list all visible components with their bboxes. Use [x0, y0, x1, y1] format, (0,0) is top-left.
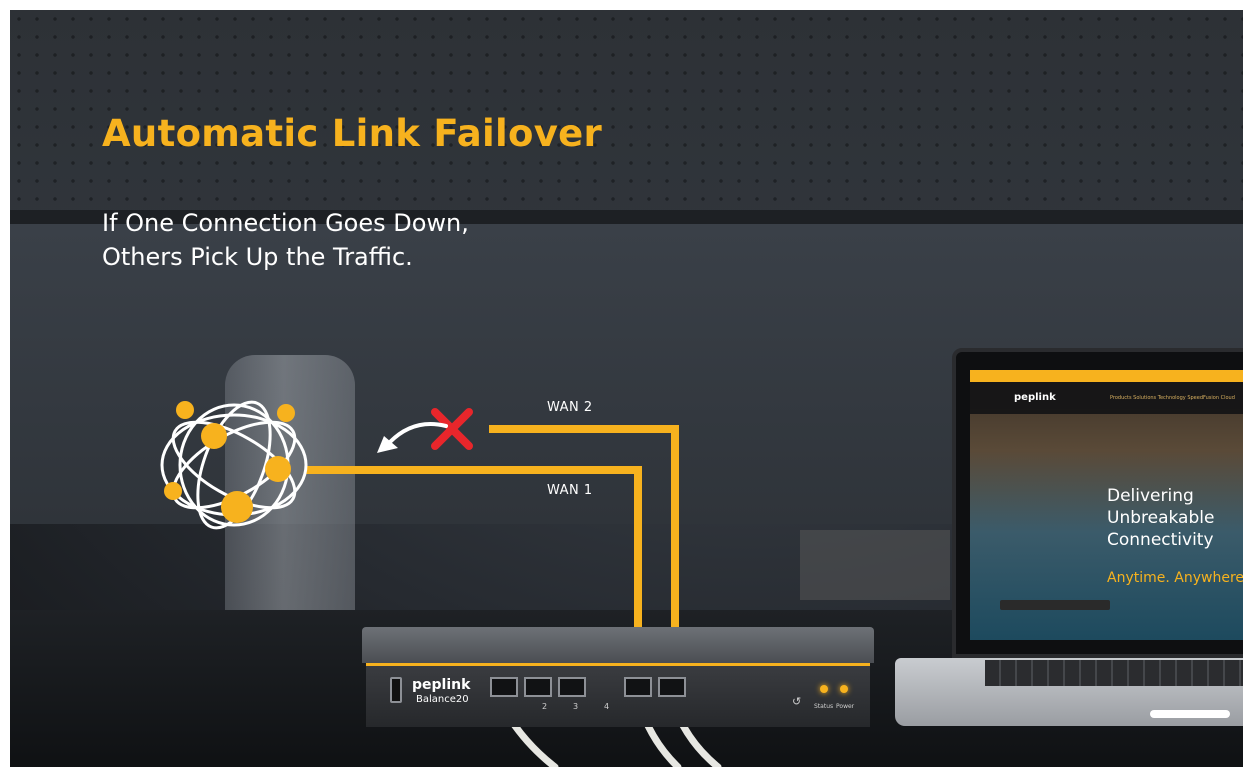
website-heading: Delivering Unbreakable Connectivity	[1107, 485, 1214, 551]
port-label: 2	[542, 702, 548, 711]
website-tagline: Anytime. Anywhere.	[1107, 570, 1243, 586]
lan-port	[558, 677, 586, 697]
wan2-label: WAN 2	[547, 400, 593, 415]
wan-port	[658, 677, 686, 697]
usb-port	[390, 677, 402, 703]
router: peplink Balance20 2 3 4 ↺ Status Power	[362, 627, 874, 737]
power-label: Power	[836, 703, 855, 710]
website-logo: peplink	[1014, 392, 1056, 403]
website-heading-line-2: Unbreakable	[1107, 508, 1215, 528]
wan-port	[624, 677, 652, 697]
laptop-keyboard	[985, 660, 1243, 686]
website-preview: peplink Products Solutions Technology Sp…	[970, 370, 1243, 640]
status-label: Status	[814, 703, 834, 710]
router-model: Balance20	[416, 694, 469, 705]
x-mark-icon	[431, 408, 473, 450]
website-top-bar	[970, 370, 1243, 382]
port-label: 4	[604, 702, 610, 711]
wan1-label: WAN 1	[547, 483, 593, 498]
website-nav-links: Products Solutions Technology SpeedFusio…	[1110, 395, 1235, 401]
status-led	[820, 685, 828, 693]
router-brand: peplink	[412, 677, 471, 693]
ship-image	[1000, 600, 1110, 610]
laptop-screen: peplink Products Solutions Technology Sp…	[952, 348, 1243, 658]
lan-port	[490, 677, 518, 697]
router-top	[362, 627, 874, 663]
lan-port	[524, 677, 552, 697]
reset-icon: ↺	[792, 695, 802, 708]
website-heading-line-1: Delivering	[1107, 486, 1194, 506]
website-heading-line-3: Connectivity	[1107, 530, 1214, 550]
power-led	[840, 685, 848, 693]
wan2-line	[489, 425, 679, 630]
banner-image: Automatic Link Failover If One Connectio…	[10, 10, 1243, 767]
laptop-light	[1150, 710, 1230, 718]
port-label: 3	[573, 702, 579, 711]
